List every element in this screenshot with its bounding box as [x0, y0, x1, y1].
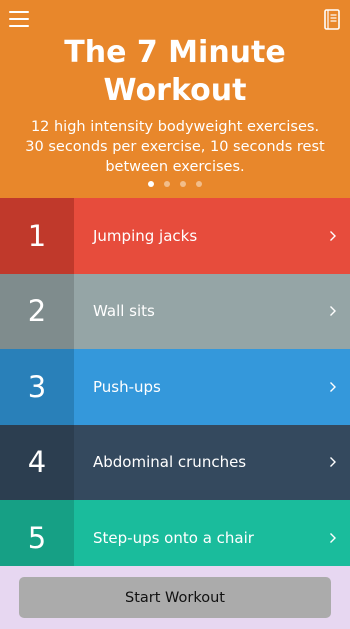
exercise-row-1[interactable]: 1 Jumping jacks [0, 198, 350, 274]
exercise-row-4[interactable]: 4 Abdominal crunches [0, 424, 350, 500]
page-dot-2[interactable] [164, 181, 170, 187]
footer: Start Workout [0, 566, 350, 629]
start-workout-button[interactable]: Start Workout [19, 577, 331, 618]
exercise-row-3[interactable]: 3 Push-ups [0, 349, 350, 425]
exercise-number: 1 [0, 198, 74, 274]
exercise-list: 1 Jumping jacks 2 Wall sits 3 Push-ups 4… [0, 198, 350, 576]
page-subtitle: 12 high intensity bodyweight exercises. … [25, 119, 325, 175]
exercise-number: 5 [0, 500, 74, 576]
page-title: The 7 Minute Workout [64, 35, 286, 108]
exercise-name: Step-ups onto a chair [93, 528, 254, 547]
page-dot-4[interactable] [196, 181, 202, 187]
exercise-name: Abdominal crunches [93, 453, 247, 472]
chevron-right-icon [330, 532, 336, 543]
exercise-name: Push-ups [93, 377, 161, 396]
exercise-name: Wall sits [93, 302, 155, 321]
exercise-number: 4 [0, 424, 74, 500]
chevron-right-icon [330, 306, 336, 317]
header: The 7 Minute Workout 12 high intensity b… [0, 0, 350, 198]
app: The 7 Minute Workout 12 high intensity b… [0, 0, 350, 629]
chevron-right-icon [330, 381, 336, 392]
exercise-number: 2 [0, 273, 74, 349]
page-dot-1[interactable] [148, 181, 154, 187]
exercise-number: 3 [0, 349, 74, 425]
exercise-row-2[interactable]: 2 Wall sits [0, 273, 350, 349]
exercise-name: Jumping jacks [93, 226, 198, 245]
exercise-row-5[interactable]: 5 Step-ups onto a chair [0, 500, 350, 576]
hamburger-menu-icon[interactable] [9, 11, 29, 28]
chevron-right-icon [330, 230, 336, 241]
notebook-icon[interactable] [324, 9, 340, 30]
chevron-right-icon [330, 457, 336, 468]
page-dot-3[interactable] [180, 181, 186, 187]
page-indicator[interactable] [0, 181, 350, 187]
